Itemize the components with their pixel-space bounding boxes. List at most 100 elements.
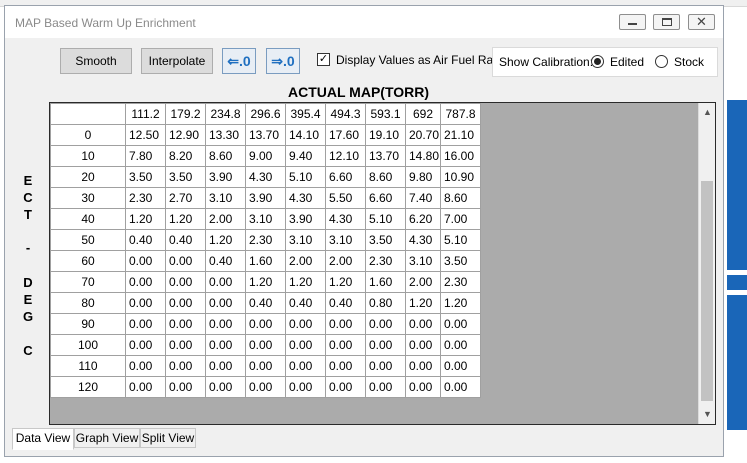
value-cell[interactable]: 0.00 [285,313,326,335]
value-cell[interactable]: 21.10 [440,124,481,146]
increase-decimals-button[interactable]: ⇒.0 [266,48,300,74]
value-cell[interactable]: 12.10 [325,145,366,167]
value-cell[interactable]: 5.50 [325,187,366,209]
value-cell[interactable]: 13.70 [365,145,406,167]
value-cell[interactable]: 3.50 [125,166,166,188]
value-cell[interactable]: 3.90 [285,208,326,230]
value-cell[interactable]: 0.00 [325,313,366,335]
value-cell[interactable]: 0.40 [245,292,286,314]
value-cell[interactable]: 0.00 [365,313,406,335]
column-header-cell[interactable]: 787.8 [440,103,481,125]
scrollbar-thumb[interactable] [701,181,713,401]
value-cell[interactable]: 2.00 [405,271,441,293]
value-cell[interactable]: 1.60 [245,250,286,272]
value-cell[interactable]: 9.00 [245,145,286,167]
value-cell[interactable]: 2.30 [125,187,166,209]
value-cell[interactable]: 1.20 [245,271,286,293]
row-header-cell[interactable]: 80 [50,292,126,314]
value-cell[interactable]: 0.00 [125,355,166,377]
value-cell[interactable]: 0.00 [285,334,326,356]
value-cell[interactable]: 9.40 [285,145,326,167]
title-bar[interactable]: MAP Based Warm Up Enrichment ✕ [5,6,723,38]
value-cell[interactable]: 2.00 [205,208,246,230]
value-cell[interactable]: 0.00 [125,271,166,293]
value-cell[interactable]: 16.00 [440,145,481,167]
value-cell[interactable]: 0.00 [125,250,166,272]
tab-graph-view[interactable]: Graph View [74,428,140,448]
value-cell[interactable]: 4.30 [245,166,286,188]
value-cell[interactable]: 5.10 [440,229,481,251]
decrease-decimals-button[interactable]: ⇐.0 [222,48,256,74]
value-cell[interactable]: 0.00 [440,334,481,356]
column-header-cell[interactable]: 234.8 [205,103,246,125]
value-cell[interactable]: 0.00 [165,292,206,314]
value-cell[interactable]: 3.90 [245,187,286,209]
value-cell[interactable]: 19.10 [365,124,406,146]
value-cell[interactable]: 1.20 [285,271,326,293]
value-cell[interactable]: 1.20 [165,208,206,230]
maximize-button[interactable] [653,14,680,30]
value-cell[interactable]: 1.20 [125,208,166,230]
value-cell[interactable]: 0.00 [365,376,406,398]
value-cell[interactable]: 6.60 [365,187,406,209]
value-cell[interactable]: 14.10 [285,124,326,146]
value-cell[interactable]: 0.00 [440,313,481,335]
value-cell[interactable]: 10.90 [440,166,481,188]
value-cell[interactable]: 0.00 [245,355,286,377]
value-cell[interactable]: 0.00 [405,355,441,377]
value-cell[interactable]: 8.60 [365,166,406,188]
value-cell[interactable]: 20.70 [405,124,441,146]
value-cell[interactable]: 4.30 [285,187,326,209]
column-header-cell[interactable]: 395.4 [285,103,326,125]
value-cell[interactable]: 0.00 [165,313,206,335]
value-cell[interactable]: 0.00 [165,271,206,293]
value-cell[interactable]: 13.70 [245,124,286,146]
row-header-cell[interactable]: 110 [50,355,126,377]
value-cell[interactable]: 0.00 [165,250,206,272]
row-header-cell[interactable]: 0 [50,124,126,146]
value-cell[interactable]: 7.00 [440,208,481,230]
value-cell[interactable]: 6.20 [405,208,441,230]
row-header-cell[interactable]: 50 [50,229,126,251]
value-cell[interactable]: 7.80 [125,145,166,167]
value-cell[interactable]: 0.00 [125,376,166,398]
value-cell[interactable]: 0.00 [325,334,366,356]
value-cell[interactable]: 13.30 [205,124,246,146]
row-header-cell[interactable]: 30 [50,187,126,209]
value-cell[interactable]: 3.50 [440,250,481,272]
value-cell[interactable]: 9.80 [405,166,441,188]
value-cell[interactable]: 4.30 [325,208,366,230]
value-cell[interactable]: 3.10 [205,187,246,209]
row-header-cell[interactable]: 40 [50,208,126,230]
close-button[interactable]: ✕ [688,14,715,30]
value-cell[interactable]: 0.00 [405,334,441,356]
value-cell[interactable]: 7.40 [405,187,441,209]
value-cell[interactable]: 0.40 [205,250,246,272]
value-cell[interactable]: 0.00 [440,376,481,398]
value-cell[interactable]: 2.70 [165,187,206,209]
value-cell[interactable]: 14.80 [405,145,441,167]
value-cell[interactable]: 0.00 [440,355,481,377]
value-cell[interactable]: 2.30 [440,271,481,293]
value-cell[interactable]: 17.60 [325,124,366,146]
value-cell[interactable]: 0.00 [205,334,246,356]
column-header-cell[interactable]: 593.1 [365,103,406,125]
value-cell[interactable]: 2.00 [325,250,366,272]
calibration-stock-radio[interactable] [655,55,668,68]
value-cell[interactable]: 0.00 [205,292,246,314]
value-cell[interactable]: 6.60 [325,166,366,188]
value-cell[interactable]: 3.50 [165,166,206,188]
value-cell[interactable]: 0.00 [205,355,246,377]
scroll-down-icon[interactable]: ▼ [703,409,712,419]
value-cell[interactable]: 0.00 [245,334,286,356]
column-header-cell[interactable]: 179.2 [165,103,206,125]
value-cell[interactable]: 12.90 [165,124,206,146]
value-cell[interactable]: 0.00 [405,376,441,398]
value-cell[interactable]: 1.20 [325,271,366,293]
value-cell[interactable]: 12.50 [125,124,166,146]
value-cell[interactable]: 3.50 [365,229,406,251]
value-cell[interactable]: 0.00 [125,313,166,335]
column-header-cell[interactable]: 692 [405,103,441,125]
value-cell[interactable]: 0.80 [365,292,406,314]
value-cell[interactable]: 0.00 [205,271,246,293]
